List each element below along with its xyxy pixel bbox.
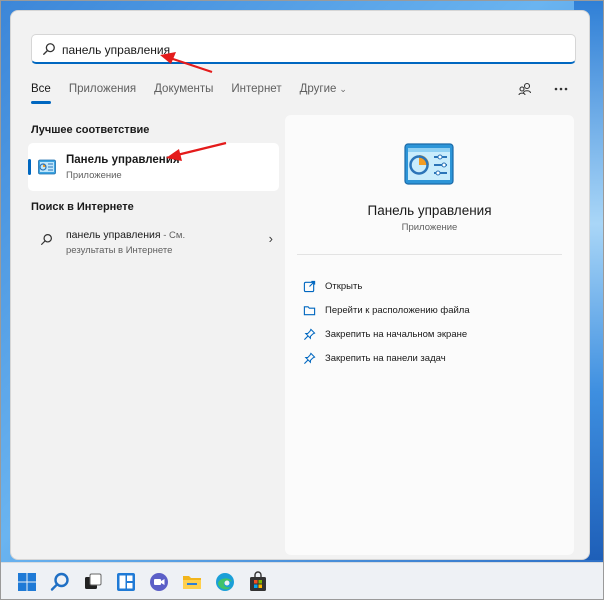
top-right-toolbar [517,81,569,97]
pin-to-start-label: Закрепить на начальном экране [325,328,468,340]
pin-to-taskbar-action[interactable]: Закрепить на панели задач [303,348,446,368]
web-search-heading: Поиск в Интернете [31,201,134,213]
control-panel-large-icon [404,143,454,185]
best-match-type: Приложение [66,170,122,181]
file-explorer-icon[interactable] [181,571,203,593]
taskbar [0,562,604,600]
search-box[interactable] [31,34,576,64]
web-result-title: панель управления - См. [66,229,185,241]
search-icon [43,43,55,55]
search-icon [41,234,52,245]
pin-to-taskbar-label: Закрепить на панели задач [325,352,446,364]
store-icon[interactable] [247,571,269,593]
chevron-right-icon[interactable]: › [269,231,273,246]
preview-app-type: Приложение [401,222,458,233]
search-input[interactable] [62,40,562,60]
open-file-location-label: Перейти к расположению файла [325,304,470,316]
chat-icon[interactable] [148,571,170,593]
open-action[interactable]: Открыть [303,276,362,296]
accounts-icon[interactable] [517,81,533,97]
search-icon[interactable] [49,571,71,593]
open-icon [303,280,316,292]
filter-tabs: Все Приложения Документы Интернет Другие… [31,83,365,104]
tab-more[interactable]: Другие ⌄ [300,83,347,103]
tab-apps[interactable]: Приложения [69,83,136,103]
divider [297,254,562,255]
web-result-suffix: - См. [160,230,186,241]
web-result-query: панель управления [66,229,161,241]
tab-more-label: Другие [299,83,337,95]
open-file-location-action[interactable]: Перейти к расположению файла [303,300,470,320]
pin-icon [303,352,316,364]
task-view-icon[interactable] [82,571,104,593]
control-panel-icon [38,159,56,175]
tab-documents[interactable]: Документы [154,83,213,103]
chevron-down-icon: ⌄ [339,84,347,94]
pin-to-start-action[interactable]: Закрепить на начальном экране [303,324,467,344]
folder-icon [303,305,316,315]
best-match-name: Панель управления [66,154,180,166]
windows-start-icon[interactable] [16,571,38,593]
preview-app-name: Панель управления [367,203,492,218]
tab-web[interactable]: Интернет [231,83,281,103]
web-result-subtitle: результаты в Интернете [66,245,173,256]
widgets-icon[interactable] [115,571,137,593]
more-options-icon[interactable] [553,81,569,97]
edge-icon[interactable] [214,571,236,593]
tab-all[interactable]: Все [31,83,51,104]
web-search-result[interactable]: панель управления - См. результаты в Инт… [28,223,279,269]
pin-icon [303,328,316,340]
open-action-label: Открыть [325,280,363,292]
search-panel: Все Приложения Документы Интернет Другие… [10,10,590,560]
preview-pane: Панель управления Приложение Открыть Пер… [285,115,574,555]
selection-indicator [28,159,31,175]
best-match-result[interactable]: Панель управления Приложение [28,143,279,191]
best-match-heading: Лучшее соответствие [31,124,150,136]
